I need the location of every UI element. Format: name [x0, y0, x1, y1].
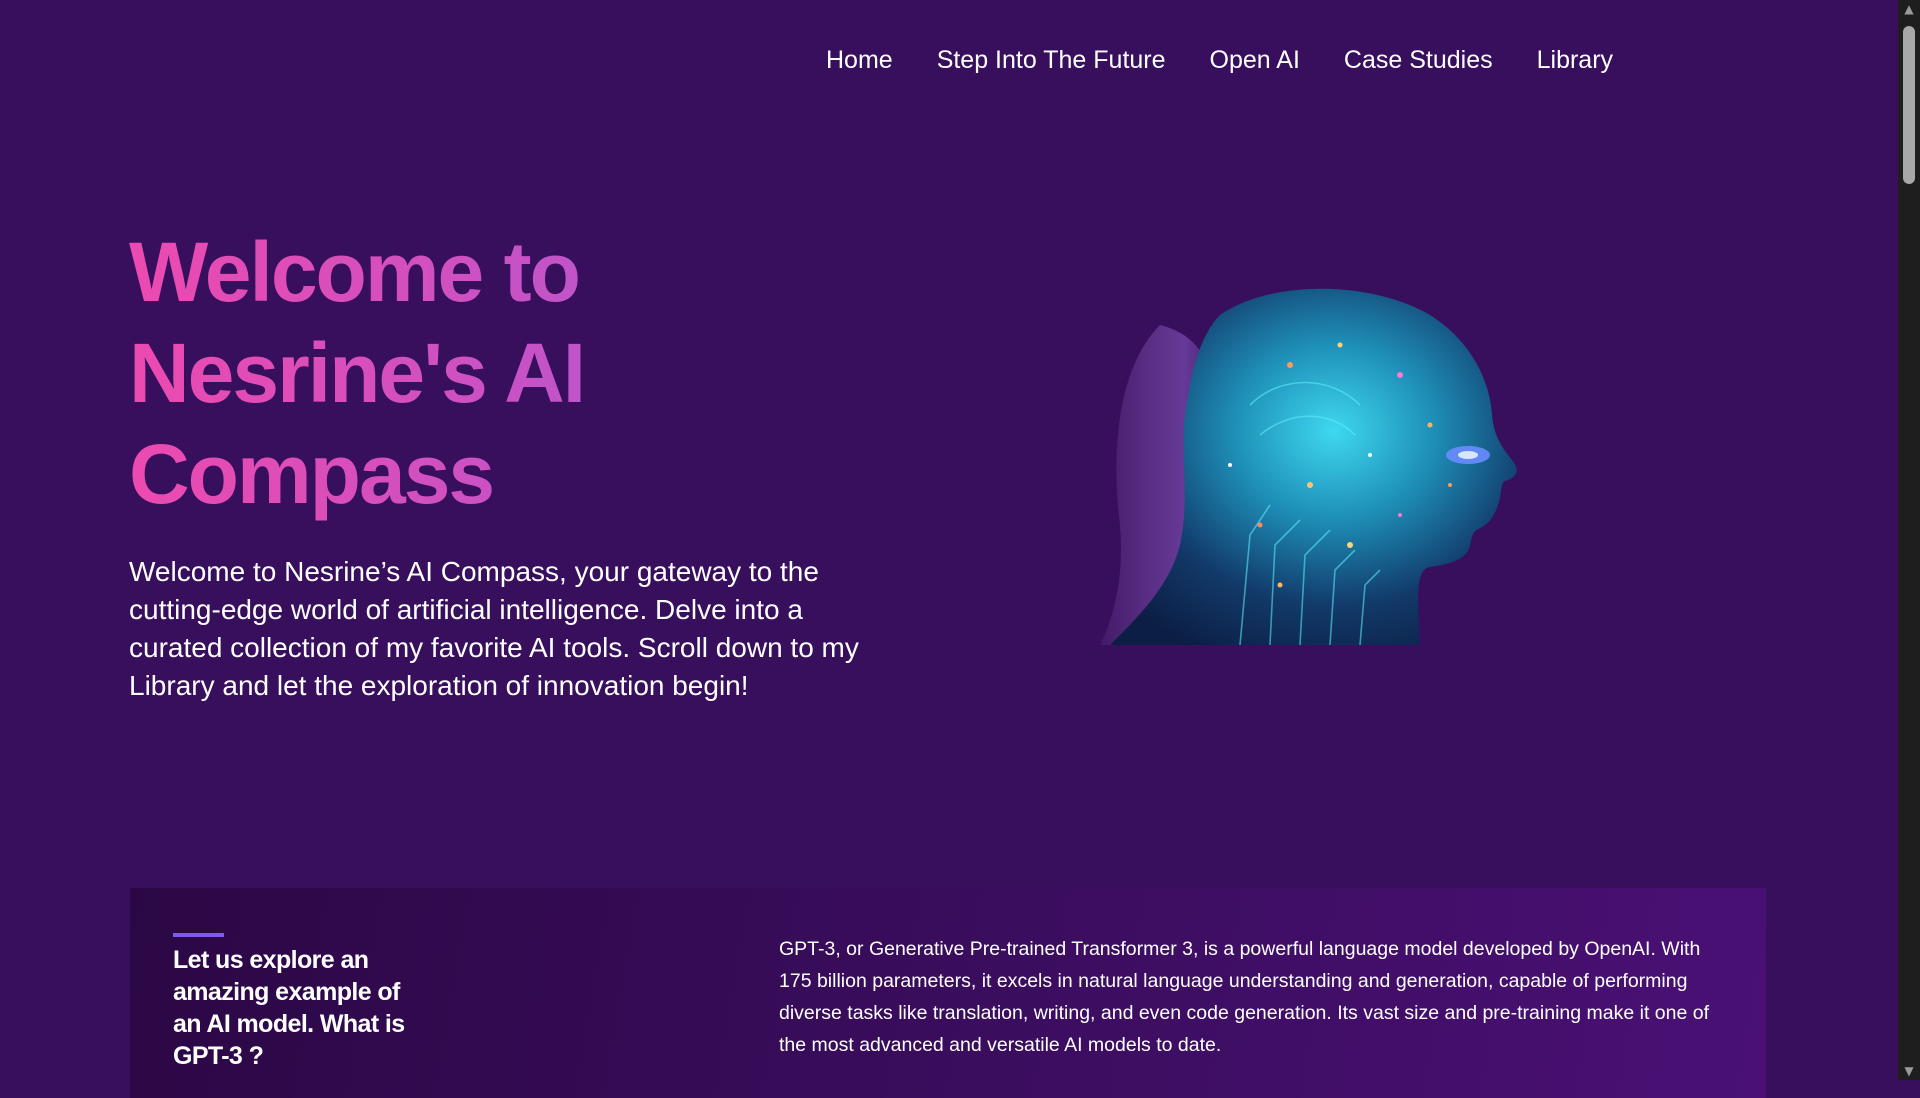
hero-intro: Welcome to Nesrine’s AI Compass, your ga… — [129, 556, 859, 701]
vertical-scrollbar[interactable]: ▲ ▼ — [1898, 0, 1920, 1080]
hero-title-line-1: Welcome to — [129, 225, 579, 319]
hero-title-line-2: Nesrine's AI — [129, 326, 585, 420]
accent-bar — [173, 933, 224, 937]
scroll-up-arrow-icon[interactable]: ▲ — [1898, 0, 1920, 18]
hero-title-line-3: Compass — [129, 427, 494, 521]
scrollbar-thumb[interactable] — [1903, 26, 1915, 184]
nav-item-home[interactable]: Home — [826, 40, 893, 80]
gpt3-description: GPT-3, or Generative Pre-trained Transfo… — [779, 938, 1709, 1056]
gpt3-section: Let us explore an amazing example of an … — [130, 888, 1766, 1098]
main-nav: Home Step Into The Future Open AI Case S… — [826, 40, 1613, 80]
nav-item-step-into-the-future[interactable]: Step Into The Future — [937, 40, 1166, 80]
gpt3-heading: Let us explore an amazing example of an … — [173, 946, 405, 1070]
nav-item-open-ai[interactable]: Open AI — [1210, 40, 1300, 80]
scroll-down-arrow-icon[interactable]: ▼ — [1898, 1062, 1920, 1080]
page: Home Step Into The Future Open AI Case S… — [0, 0, 1898, 1098]
nav-item-case-studies[interactable]: Case Studies — [1344, 40, 1493, 80]
ai-head-illustration — [1100, 288, 1517, 645]
nav-item-library[interactable]: Library — [1537, 40, 1613, 80]
hero-title: Welcome to Nesrine's AI Compass — [129, 222, 829, 525]
